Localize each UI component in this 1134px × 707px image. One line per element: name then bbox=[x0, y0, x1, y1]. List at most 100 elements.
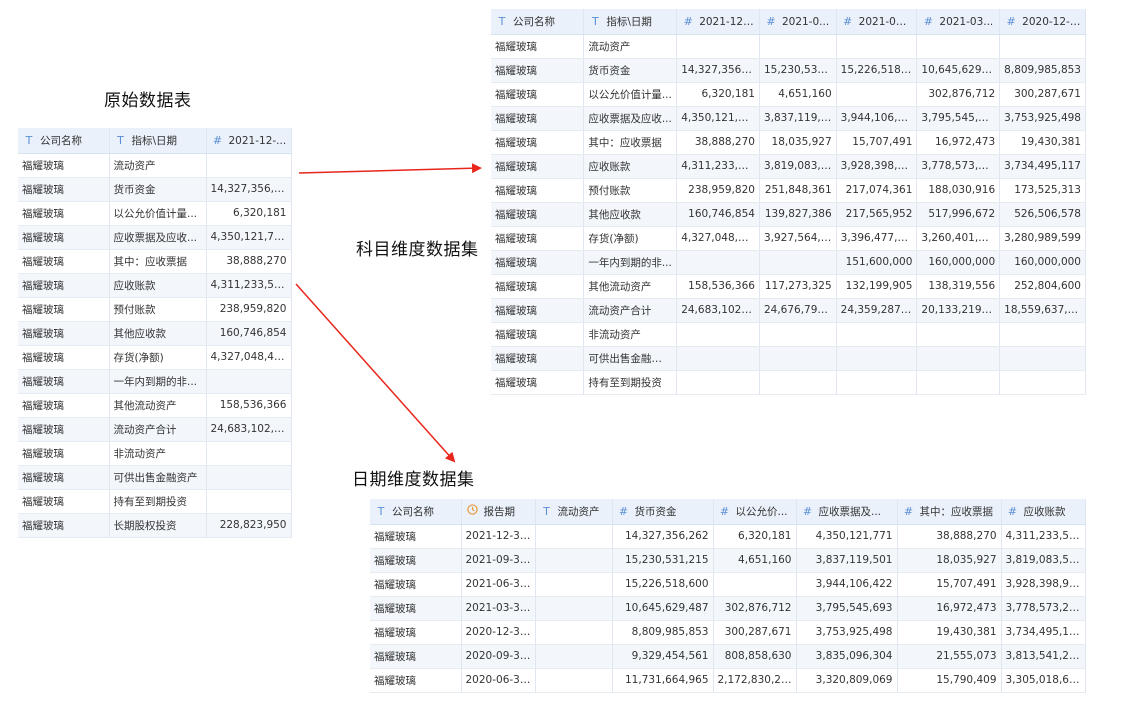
table-cell bbox=[759, 346, 837, 371]
column-header[interactable]: #2021-03... bbox=[916, 9, 1001, 35]
table-cell: 3,928,398,931 bbox=[836, 154, 918, 179]
table-row[interactable]: 福耀玻璃 以公允价值计量... 6,320,181 4,651,160 302,876,… bbox=[491, 82, 1086, 107]
date-dimension-table: T 公司名称 报告期 T 流动资产 # 货币资金 # 以公允价... # 应收票据及... # 其中：应… bbox=[370, 499, 1086, 693]
table-cell: 252,804,600 bbox=[999, 274, 1086, 299]
table-row[interactable]: 福耀玻璃 以公允价值计量... 6,320,181 bbox=[18, 201, 292, 226]
column-header[interactable]: #2021-12-... bbox=[676, 9, 760, 35]
table-cell: 其他应收款 bbox=[583, 202, 678, 227]
table-row[interactable]: 福耀玻璃 其他流动资产 158,536,366 bbox=[18, 393, 292, 418]
column-header[interactable]: T 指标\日期 bbox=[583, 9, 678, 35]
column-header[interactable]: #2021-06... bbox=[836, 9, 918, 35]
table-cell: 一年内到期的非... bbox=[109, 369, 207, 394]
table-row[interactable]: 福耀玻璃 其中：应收票据 38,888,270 bbox=[18, 249, 292, 274]
table-row[interactable]: 福耀玻璃 非流动资产 bbox=[491, 322, 1086, 347]
table-cell: 流动资产 bbox=[583, 34, 678, 59]
table-row[interactable]: 福耀玻璃 持有至到期投资 bbox=[18, 489, 292, 514]
column-header[interactable]: #2020-12-31 bbox=[999, 9, 1086, 35]
table-row[interactable]: 福耀玻璃 非流动资产 bbox=[18, 441, 292, 466]
table-row[interactable]: 福耀玻璃 货币资金 14,327,356,262 15,230,531,... 15,2… bbox=[491, 58, 1086, 83]
table-cell bbox=[535, 644, 613, 669]
column-header[interactable]: T 流动资产 bbox=[535, 499, 613, 525]
header-row: T 公司名称 T 指标\日期 #2021-12-... bbox=[18, 128, 292, 154]
column-header[interactable]: #2021-0... bbox=[759, 9, 837, 35]
table-row[interactable]: 福耀玻璃 一年内到期的非... 151,600,000 160,000,000 160,… bbox=[491, 250, 1086, 275]
table-row[interactable]: 福耀玻璃 其他应收款 160,746,854 bbox=[18, 321, 292, 346]
table-cell: 151,600,000 bbox=[836, 250, 918, 275]
table-row[interactable]: 福耀玻璃 预付账款 238,959,820 251,848,361 217,074,36… bbox=[491, 178, 1086, 203]
table-row[interactable]: 福耀玻璃 存货(净额) 4,327,048,485 3,927,564,000 3,39… bbox=[491, 226, 1086, 251]
table-cell: 217,565,952 bbox=[836, 202, 918, 227]
table-row[interactable]: 福耀玻璃 应收票据及应收... 4,350,121,771 3,837,119,501… bbox=[491, 106, 1086, 131]
table-row[interactable]: 福耀玻璃 2021-03-31... 10,645,629,487 302,876,7… bbox=[370, 596, 1086, 621]
table-cell: 福耀玻璃 bbox=[18, 153, 110, 178]
table-row[interactable]: 福耀玻璃 一年内到期的非... bbox=[18, 369, 292, 394]
column-header-label: 指标\日期 bbox=[131, 134, 178, 147]
number-type-icon: # bbox=[802, 504, 813, 518]
text-type-icon: T bbox=[543, 504, 550, 518]
header-row: T 公司名称 报告期 T 流动资产 # 货币资金 # 以公允价... # 应收票据及... # 其中：应… bbox=[370, 499, 1086, 525]
table-row[interactable]: 福耀玻璃 流动资产 bbox=[491, 34, 1086, 59]
table-row[interactable]: 福耀玻璃 应收账款 4,311,233,501 3,819,083,574 3,928,… bbox=[491, 154, 1086, 179]
table-cell: 存货(净额) bbox=[583, 226, 678, 251]
column-header[interactable]: T 指标\日期 bbox=[109, 128, 207, 154]
table-row[interactable]: 福耀玻璃 其中：应收票据 38,888,270 18,035,927 15,707,49… bbox=[491, 130, 1086, 155]
table-cell: 3,837,119,501 bbox=[796, 548, 898, 573]
table-cell: 3,795,545,693 bbox=[916, 106, 1001, 131]
table-cell bbox=[535, 620, 613, 645]
table-row[interactable]: 福耀玻璃 货币资金 14,327,356,262 bbox=[18, 177, 292, 202]
column-header[interactable]: T 公司名称 bbox=[491, 9, 585, 35]
column-header[interactable]: T 公司名称 bbox=[18, 128, 110, 154]
column-header[interactable]: # 应收账款 bbox=[1001, 499, 1086, 525]
table-row[interactable]: 福耀玻璃 流动资产合计 24,683,102,104 24,676,797,... 24… bbox=[491, 298, 1086, 323]
table-row[interactable]: 福耀玻璃 存货(净额) 4,327,048,485 bbox=[18, 345, 292, 370]
table-row[interactable]: 福耀玻璃 持有至到期投资 bbox=[491, 370, 1086, 395]
table-cell: 福耀玻璃 bbox=[370, 644, 462, 669]
table-cell bbox=[535, 596, 613, 621]
column-header[interactable]: # 货币资金 bbox=[612, 499, 714, 525]
header-row: T 公司名称 T 指标\日期 #2021-12-... #2021-0... #2021-0… bbox=[491, 9, 1086, 35]
table-row[interactable]: 福耀玻璃 其他流动资产 158,536,366 117,273,325 132,199,… bbox=[491, 274, 1086, 299]
table-cell: 24,683,102,104 bbox=[206, 417, 292, 442]
column-header[interactable]: # 应收票据及... bbox=[796, 499, 898, 525]
arrow-to-date-dataset bbox=[295, 283, 456, 463]
table-row[interactable]: 福耀玻璃 2021-09-30... 15,230,531,215 4,651,160… bbox=[370, 548, 1086, 573]
table-row[interactable]: 福耀玻璃 可供出售金融资产 bbox=[491, 346, 1086, 371]
table-row[interactable]: 福耀玻璃 其他应收款 160,746,854 139,827,386 217,565,9… bbox=[491, 202, 1086, 227]
table-row[interactable]: 福耀玻璃 流动资产合计 24,683,102,104 bbox=[18, 417, 292, 442]
table-row[interactable]: 福耀玻璃 应收票据及应收... 4,350,121,771 bbox=[18, 225, 292, 250]
column-header[interactable]: # 其中：应收票据 bbox=[897, 499, 1002, 525]
table-cell: 18,035,927 bbox=[759, 130, 837, 155]
table-cell: 217,074,361 bbox=[836, 178, 918, 203]
table-row[interactable]: 福耀玻璃 长期股权投资 228,823,950 bbox=[18, 513, 292, 538]
column-header[interactable]: T 公司名称 bbox=[370, 499, 462, 525]
table-row[interactable]: 福耀玻璃 应收账款 4,311,233,501 bbox=[18, 273, 292, 298]
table-row[interactable]: 福耀玻璃 预付账款 238,959,820 bbox=[18, 297, 292, 322]
number-type-icon: # bbox=[1007, 504, 1018, 518]
table-cell: 38,888,270 bbox=[897, 524, 1002, 549]
column-header[interactable]: # 以公允价... bbox=[713, 499, 797, 525]
table-row[interactable]: 福耀玻璃 流动资产 bbox=[18, 153, 292, 178]
table-cell: 福耀玻璃 bbox=[18, 201, 110, 226]
table-row[interactable]: 福耀玻璃 可供出售金融资产 bbox=[18, 465, 292, 490]
column-header[interactable]: #2021-12-... bbox=[206, 128, 292, 154]
table-row[interactable]: 福耀玻璃 2020-09-30... 9,329,454,561 808,858,63… bbox=[370, 644, 1086, 669]
column-header-label: 2021-12-... bbox=[699, 15, 757, 28]
original-data-table: T 公司名称 T 指标\日期 #2021-12-... 福耀玻璃 流动资产 福耀玻璃 货币资金 1… bbox=[18, 128, 292, 538]
table-row[interactable]: 福耀玻璃 2021-06-30... 15,226,518,600 3,944,106… bbox=[370, 572, 1086, 597]
table-cell bbox=[206, 369, 292, 394]
table-cell bbox=[676, 34, 760, 59]
column-header[interactable]: 报告期 bbox=[461, 499, 536, 525]
table-row[interactable]: 福耀玻璃 2021-12-31... 14,327,356,262 6,320,181… bbox=[370, 524, 1086, 549]
table-cell: 158,536,366 bbox=[676, 274, 760, 299]
table-cell: 3,320,809,069 bbox=[796, 668, 898, 693]
table-cell: 福耀玻璃 bbox=[491, 250, 585, 275]
table-row[interactable]: 福耀玻璃 2020-12-31... 8,809,985,853 300,287,67… bbox=[370, 620, 1086, 645]
table-cell: 福耀玻璃 bbox=[18, 177, 110, 202]
table-cell: 24,676,797,... bbox=[759, 298, 837, 323]
table-cell: 应收票据及应收... bbox=[583, 106, 678, 131]
table-row[interactable]: 福耀玻璃 2020-06-30... 11,731,664,965 2,172,830… bbox=[370, 668, 1086, 693]
arrow-to-subject-dataset bbox=[298, 163, 482, 174]
table-cell bbox=[676, 322, 760, 347]
table-cell bbox=[676, 346, 760, 371]
table-cell: 福耀玻璃 bbox=[491, 106, 585, 131]
